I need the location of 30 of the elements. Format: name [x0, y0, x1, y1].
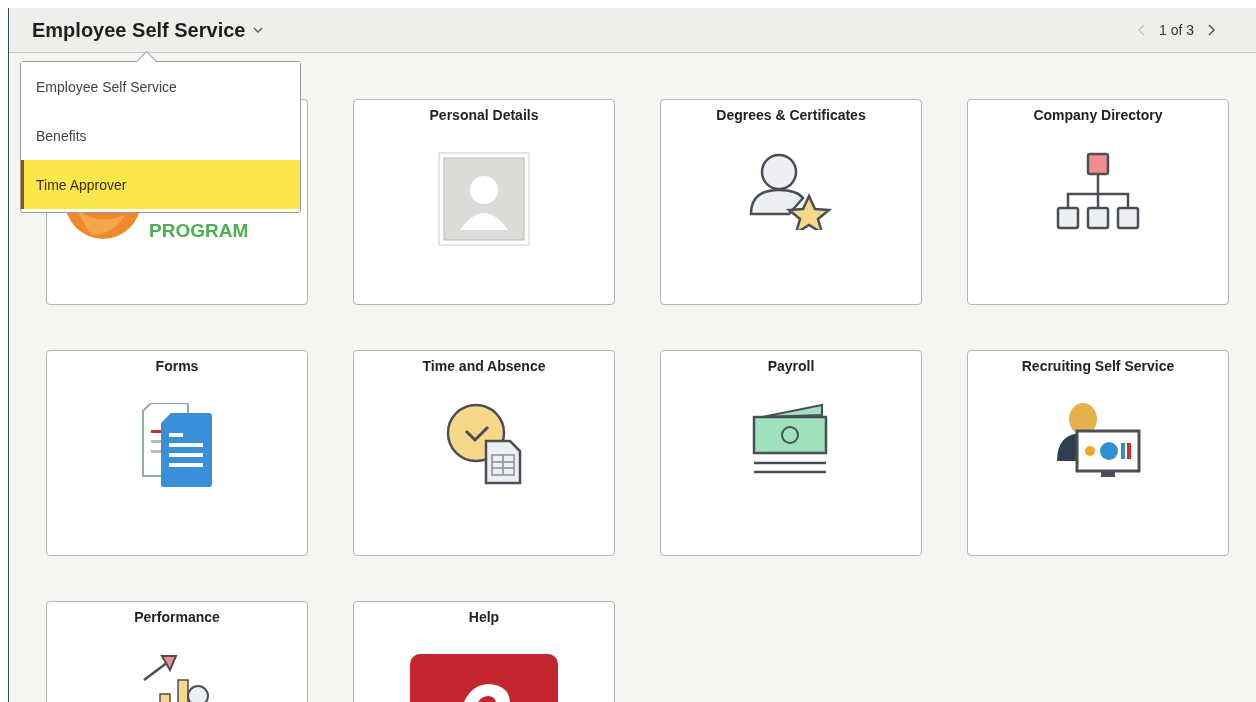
next-page-button[interactable]: [1208, 24, 1216, 36]
tile-title: Performance: [134, 609, 220, 627]
person-photo-icon: [438, 152, 530, 246]
tile[interactable]: Performance: [46, 601, 308, 702]
tile[interactable]: Recruiting Self Service: [967, 350, 1229, 556]
tile[interactable]: Degrees & Certificates: [660, 99, 922, 305]
clock-document-icon: [446, 403, 522, 487]
logo-icon: [65, 210, 141, 239]
tile[interactable]: Company Directory: [967, 99, 1229, 305]
tile-title: Personal Details: [429, 107, 539, 125]
person-star-icon: [749, 152, 833, 230]
logo-text: PROGRAM: [149, 220, 249, 241]
homepage-selector[interactable]: Employee Self Service: [32, 18, 264, 42]
tile-title: Help: [468, 609, 500, 627]
chart-arrow-icon: [142, 654, 212, 702]
menu-item[interactable]: Time Approver: [21, 160, 300, 209]
tile-title: Time and Absence: [422, 358, 546, 376]
tile-title: Recruiting Self Service: [1021, 358, 1175, 376]
tile[interactable]: Personal Details: [353, 99, 615, 305]
tile-title: Forms: [155, 358, 199, 376]
tile-title: Company Directory: [1033, 107, 1163, 125]
documents-icon: [141, 403, 213, 487]
tile[interactable]: Forms: [46, 350, 308, 556]
chevron-down-icon: [253, 27, 264, 33]
tile[interactable]: Time and Absence: [353, 350, 615, 556]
tile-title: Payroll: [767, 358, 815, 376]
tile-title: Degrees & Certificates: [716, 107, 866, 125]
tile[interactable]: Payroll: [660, 350, 922, 556]
page-indicator: 1 of 3: [1158, 22, 1194, 38]
tile[interactable]: Help: [353, 601, 615, 702]
